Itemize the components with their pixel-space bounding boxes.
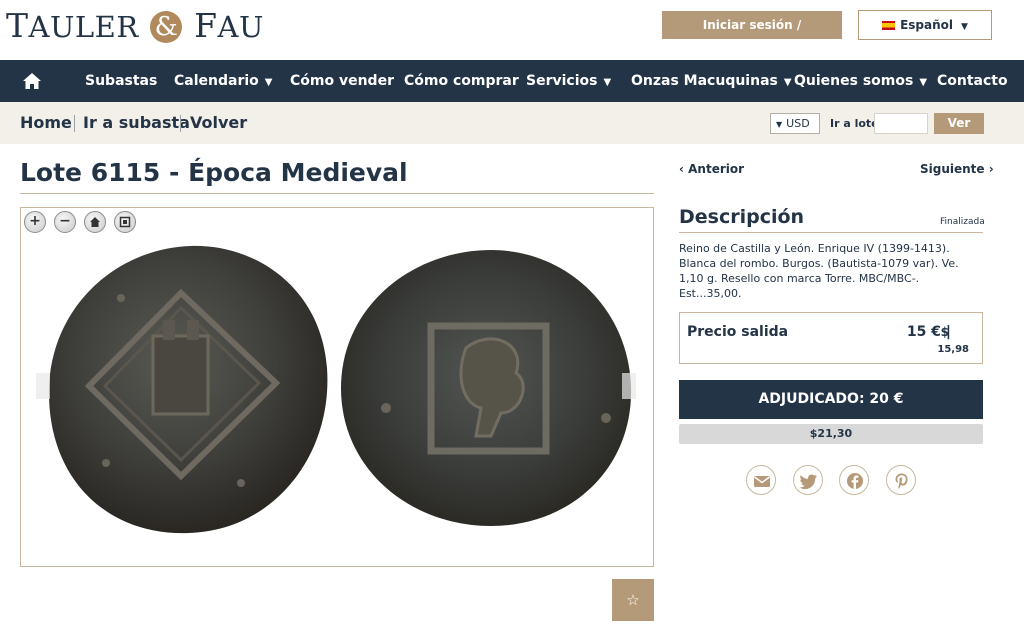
home-icon[interactable]: [22, 71, 42, 91]
page-title: Lote 6115 - Época Medieval: [20, 158, 408, 187]
caret-down-icon: ▼: [776, 120, 783, 129]
previous-lot-link[interactable]: ‹ Anterior: [679, 162, 744, 176]
language-selector[interactable]: Español ▼: [858, 10, 992, 40]
share-pinterest-button[interactable]: [886, 465, 916, 495]
top-bar: TAULER & FAU Iniciar sesión / Registrars…: [0, 0, 1024, 60]
pinterest-icon: [895, 473, 908, 489]
logo-text-initial-2: F: [194, 6, 218, 45]
divider: [20, 193, 654, 194]
fullscreen-icon: [119, 216, 131, 228]
share-email-button[interactable]: [746, 465, 776, 495]
divider: [74, 115, 75, 132]
start-price-usd: 15,98: [937, 344, 969, 355]
next-lot-link[interactable]: Siguiente ›: [920, 162, 994, 176]
logo-ampersand: &: [150, 11, 183, 43]
caret-down-icon: ▼: [919, 77, 928, 88]
sold-price-banner: ADJUDICADO: 20 €: [679, 380, 983, 419]
home-icon: [90, 217, 100, 227]
caret-down-icon: ▼: [603, 77, 612, 88]
breadcrumb-home[interactable]: Home: [20, 102, 72, 144]
logo-text-1: AULER: [28, 10, 139, 44]
previous-image-arrow[interactable]: [36, 373, 50, 399]
chevron-right-icon: ›: [984, 162, 994, 176]
share-twitter-button[interactable]: [793, 465, 823, 495]
language-label: Español: [900, 18, 953, 32]
next-image-arrow[interactable]: [622, 373, 636, 399]
coin-images: [49, 245, 632, 534]
favorite-button[interactable]: ☆: [612, 579, 654, 621]
start-price-usd-symbol: $: [940, 325, 949, 339]
zoom-out-button[interactable]: −: [54, 211, 76, 233]
breadcrumb-auction[interactable]: Ir a subasta: [83, 102, 190, 144]
nav-item-contacto[interactable]: Contacto: [937, 60, 1008, 102]
zoom-in-button[interactable]: +: [24, 211, 46, 233]
goto-lot-label: Ir a lote: [830, 117, 879, 130]
currency-value: USD: [786, 117, 810, 130]
coin-image-viewer[interactable]: [20, 207, 654, 567]
nav-item-subastas[interactable]: Subastas: [85, 60, 157, 102]
fullscreen-button[interactable]: [114, 211, 136, 233]
coin-obverse-image: [49, 245, 328, 534]
nav-item-como-comprar[interactable]: Cómo comprar: [404, 60, 519, 102]
nav-item-calendario[interactable]: Calendario ▼: [174, 60, 272, 102]
breadcrumb-back[interactable]: Volver: [190, 102, 247, 144]
chevron-left-icon: ‹: [679, 162, 689, 176]
goto-lot-input[interactable]: [874, 113, 928, 134]
nav-item-como-vender[interactable]: Cómo vender: [290, 60, 394, 102]
start-price-box: Precio salida 15 € | $ 15,98: [679, 312, 983, 364]
twitter-icon: [800, 474, 817, 490]
share-facebook-button[interactable]: [839, 465, 869, 495]
goto-lot-button[interactable]: Ver: [934, 113, 984, 134]
description-title: Descripción: [679, 206, 805, 228]
logo-text-2: AU: [217, 10, 264, 44]
lot-description: Reino de Castilla y León. Enrique IV (13…: [679, 242, 959, 300]
nav-item-quienes-somos[interactable]: Quienes somos ▼: [794, 60, 927, 102]
status-badge: Finalizada: [940, 217, 985, 227]
facebook-icon: [847, 473, 863, 489]
coin-reverse-image: [341, 250, 632, 526]
start-price-label: Precio salida: [687, 324, 789, 340]
logo-text-initial-1: T: [6, 6, 29, 45]
sold-price-usd: $21,30: [679, 424, 983, 444]
caret-down-icon: ▼: [264, 77, 273, 88]
nav-item-onzas-macuquinas[interactable]: Onzas Macuquinas ▼: [631, 60, 792, 102]
email-icon: [754, 476, 770, 487]
login-register-button[interactable]: Iniciar sesión / Registrarse: [662, 11, 842, 60]
nav-item-servicios[interactable]: Servicios ▼: [526, 60, 611, 102]
reset-view-button[interactable]: [84, 211, 106, 233]
star-icon: ☆: [626, 591, 640, 609]
site-logo[interactable]: TAULER & FAU: [6, 6, 264, 45]
caret-down-icon: ▼: [961, 22, 968, 32]
caret-down-icon: ▼: [783, 77, 792, 88]
divider: [180, 115, 181, 132]
currency-select[interactable]: ▼ USD: [770, 113, 820, 134]
divider: [679, 232, 983, 233]
main-nav: Subastas Calendario ▼ Cómo vender Cómo co…: [0, 60, 1024, 102]
spain-flag-icon: [882, 21, 896, 30]
